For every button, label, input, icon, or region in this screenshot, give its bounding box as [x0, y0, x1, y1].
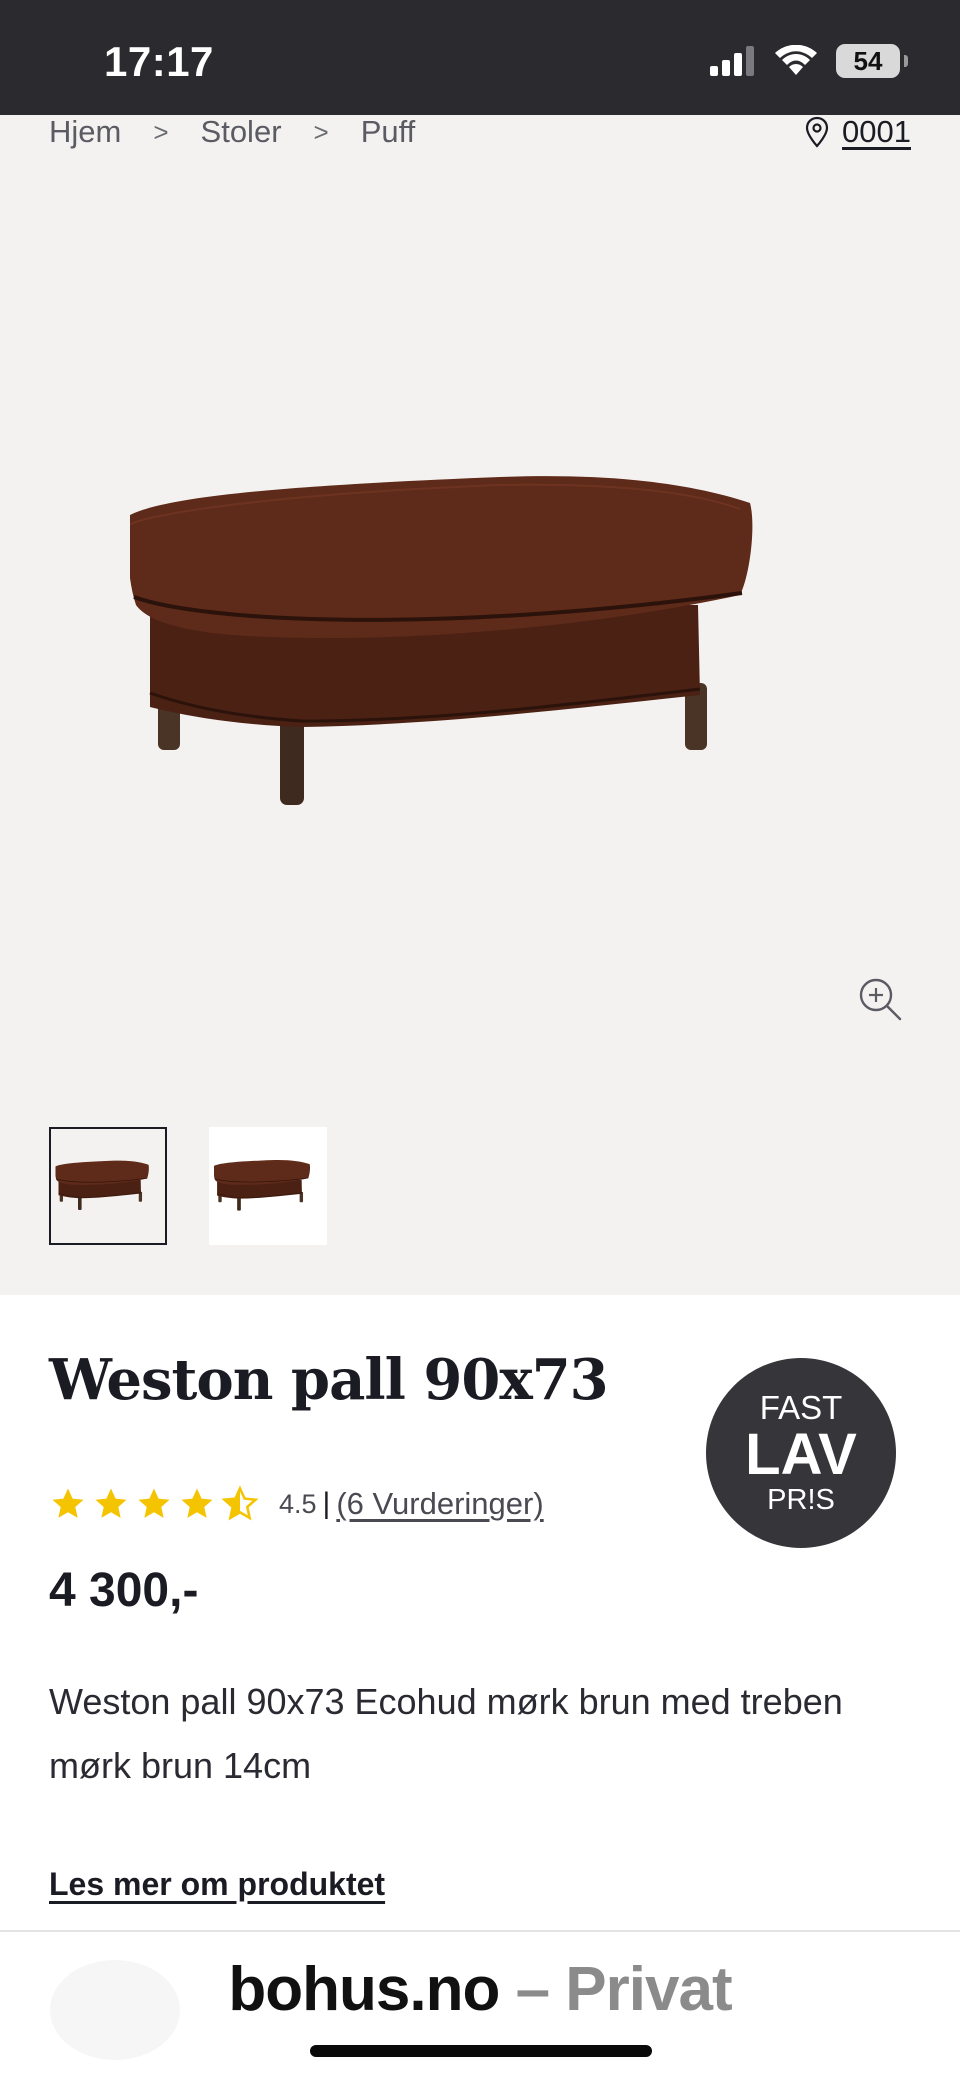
chevron-right-icon: > [313, 116, 329, 147]
store-label[interactable]: 0001 [842, 114, 911, 150]
battery-icon: 54 [836, 44, 908, 78]
fast-low-price-badge: FAST LAV PR!S [706, 1358, 896, 1548]
battery-level: 54 [853, 45, 883, 76]
badge-line-1: FAST [759, 1389, 843, 1426]
product-image[interactable] [130, 425, 830, 865]
badge-line-2: LAV [745, 1422, 857, 1487]
product-description: Weston pall 90x73 Ecohud mørk brun med t… [49, 1681, 843, 1786]
rating-stars [49, 1485, 259, 1523]
read-more-link[interactable]: Les mer om produktet [49, 1866, 385, 1903]
thumbnail-2[interactable] [209, 1127, 327, 1245]
breadcrumb: Hjem > Stoler > Puff [49, 114, 416, 150]
star-full-icon [92, 1485, 130, 1523]
site-suffix: – Privat [499, 1955, 733, 2024]
wifi-icon [775, 45, 817, 75]
site-domain: bohus.no [228, 1955, 500, 2024]
zoom-in-icon[interactable] [856, 975, 904, 1023]
product-rating: 4.5 | (6 Vurderinger) [49, 1482, 544, 1526]
thumbnail-image [214, 1152, 322, 1220]
location-pin-icon [805, 116, 829, 148]
site-title: bohus.no – Privat [0, 1954, 960, 2025]
status-icons: 54 [710, 44, 908, 78]
rating-separator: | [322, 1487, 331, 1520]
breadcrumb-item-pouf[interactable]: Puff [361, 114, 416, 150]
star-full-icon [178, 1485, 216, 1523]
product-price: 4 300,- [49, 1564, 199, 1617]
signal-icon [710, 46, 754, 76]
thumbnail-1[interactable] [49, 1127, 167, 1245]
store-selector[interactable]: 0001 [804, 114, 911, 150]
status-bar: 17:17 54 [0, 0, 960, 115]
reviews-link[interactable]: (6 Vurderinger) [336, 1486, 543, 1522]
product-gallery: Hjem > Stoler > Puff 0001 [0, 114, 960, 1295]
star-full-icon [135, 1485, 173, 1523]
star-half-icon [221, 1485, 259, 1523]
home-indicator[interactable] [310, 2045, 652, 2057]
badge-line-3: PR!S [767, 1484, 835, 1516]
breadcrumb-item-chairs[interactable]: Stoler [201, 114, 282, 150]
status-time: 17:17 [104, 38, 214, 85]
product-title: Weston pall 90x73 [49, 1347, 609, 1413]
rating-value: 4.5 [279, 1488, 317, 1519]
breadcrumb-item-home[interactable]: Hjem [49, 114, 121, 150]
thumbnail-image [55, 1153, 161, 1219]
star-full-icon [49, 1485, 87, 1523]
thumbnail-list [49, 1127, 327, 1245]
chevron-right-icon: > [153, 116, 169, 147]
